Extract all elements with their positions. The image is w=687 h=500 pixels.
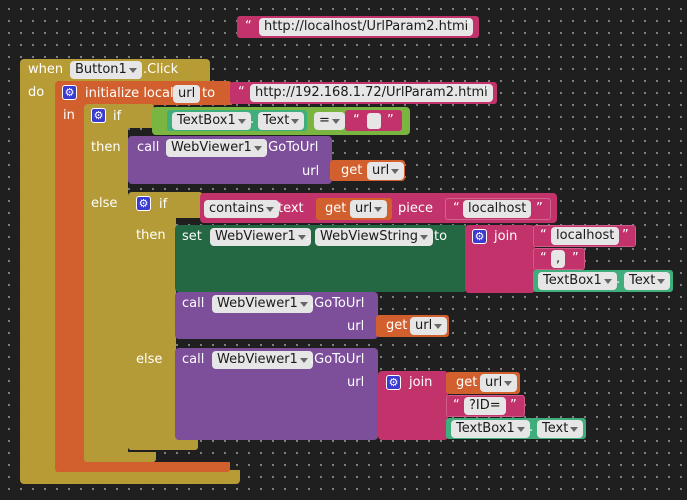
- contains-text-label: text: [278, 201, 304, 216]
- set-dot-separator: .: [306, 229, 311, 244]
- set-label: set: [182, 229, 202, 244]
- if2-else-label: else: [136, 352, 163, 367]
- if1-if-label: if: [113, 109, 122, 124]
- init-local-label: initialize local: [85, 86, 174, 101]
- open-quote-glyph: “: [353, 113, 360, 128]
- set-join-gear-icon[interactable]: ⚙: [472, 229, 487, 244]
- join-item-comma-block[interactable]: “ , ”: [533, 248, 585, 270]
- contains-get-label: get: [325, 201, 347, 216]
- open-quote-glyph: “: [245, 19, 252, 34]
- if2-then-call-arg-label: url: [347, 319, 365, 334]
- if2-else-call-label: call: [182, 352, 205, 367]
- else-join-param-value[interactable]: ?ID=: [464, 397, 506, 415]
- piece-text-block[interactable]: “ localhost ”: [445, 198, 551, 220]
- init-local-block-footer: [55, 462, 230, 472]
- do-label: do: [28, 85, 45, 100]
- if1-then-label: then: [91, 140, 121, 155]
- then-call-label: call: [137, 140, 160, 155]
- contains-get-var-dropdown[interactable]: url: [350, 200, 388, 218]
- else-join-param-block[interactable]: “ ?ID= ”: [446, 395, 525, 417]
- then-call-arg-label: url: [302, 164, 320, 179]
- init-local-to-label: to: [202, 86, 216, 101]
- init-value-text[interactable]: http://192.168.1.72/UrlParam2.html: [250, 84, 493, 102]
- join-item-localhost-block[interactable]: “ localhost ”: [533, 225, 636, 247]
- join-item-localhost-value[interactable]: localhost: [551, 227, 620, 245]
- if2-then-get-var-dropdown[interactable]: url: [410, 317, 448, 335]
- else-join-get-var-dropdown[interactable]: url: [480, 374, 518, 392]
- join-item-comma-value[interactable]: ,: [551, 250, 566, 268]
- floating-text-block[interactable]: “ http://localhost/UrlParam2.html ”: [237, 16, 479, 38]
- when-label: when: [28, 62, 64, 77]
- open-quote-glyph: “: [540, 228, 547, 243]
- if2-else-call-method-label: .GoToUrl: [310, 352, 365, 367]
- open-quote-glyph: “: [453, 201, 460, 216]
- compare-op-dropdown[interactable]: =: [314, 112, 345, 130]
- close-quote-glyph: ”: [622, 228, 629, 243]
- if2-block-body: [128, 218, 176, 448]
- else-join-textbox-dropdown[interactable]: TextBox1: [451, 420, 530, 438]
- init-local-block-body: [55, 105, 87, 465]
- open-quote-glyph: “: [453, 398, 460, 413]
- open-quote-glyph: “: [540, 251, 547, 266]
- if1-else-label: else: [91, 196, 118, 211]
- set-component-dropdown[interactable]: WebViewer1: [210, 228, 311, 246]
- if2-else-call-component-dropdown[interactable]: WebViewer1: [212, 351, 313, 369]
- dot-separator: .: [250, 112, 255, 127]
- close-quote-glyph: ”: [572, 251, 579, 266]
- contains-piece-label: piece: [398, 201, 434, 216]
- cond-textbox-dropdown[interactable]: TextBox1: [172, 112, 251, 130]
- then-get-label: get: [341, 163, 363, 178]
- set-join-textbox-dropdown[interactable]: TextBox1: [538, 272, 617, 290]
- if2-then-call-label: call: [182, 296, 205, 311]
- else-join-gear-icon[interactable]: ⚙: [386, 375, 401, 390]
- close-quote-glyph: ”: [536, 201, 543, 216]
- event-block-footer: [20, 470, 240, 484]
- close-quote-glyph: ”: [387, 113, 394, 128]
- set-join-textbox-prop-dropdown[interactable]: Text: [624, 272, 671, 290]
- else-join-textbox-prop-dropdown[interactable]: Text: [537, 420, 584, 438]
- open-quote-glyph: “: [238, 85, 245, 100]
- init-value-text-block[interactable]: “ http://192.168.1.72/UrlParam2.html ”: [230, 82, 497, 104]
- then-call-component-dropdown[interactable]: WebViewer1: [166, 139, 267, 157]
- contains-op-dropdown[interactable]: contains: [204, 200, 280, 218]
- if1-block-body: [84, 128, 128, 458]
- else-join-label: join: [409, 375, 433, 390]
- if2-then-call-component-dropdown[interactable]: WebViewer1: [212, 295, 313, 313]
- dot-separator: .: [529, 420, 534, 435]
- init-local-in-label: in: [63, 108, 75, 123]
- cond-prop-dropdown[interactable]: Text: [258, 112, 305, 130]
- if1-gear-icon[interactable]: ⚙: [91, 108, 106, 123]
- if2-gear-icon[interactable]: ⚙: [136, 196, 151, 211]
- close-quote-glyph: ”: [465, 19, 472, 34]
- set-to-label: to: [434, 229, 448, 244]
- set-prop-dropdown[interactable]: WebViewString: [315, 228, 433, 246]
- if1-block-footer: [84, 452, 156, 462]
- event-block-body: [20, 81, 57, 476]
- close-quote-glyph: ”: [510, 398, 517, 413]
- event-name-label: .Click: [143, 62, 179, 77]
- piece-text-value[interactable]: localhost: [463, 200, 532, 218]
- init-local-var-name[interactable]: url: [173, 85, 201, 103]
- then-call-method-label: .GoToUrl: [264, 140, 319, 155]
- floating-text-value[interactable]: http://localhost/UrlParam2.html: [259, 18, 474, 36]
- if2-then-label: then: [136, 228, 166, 243]
- init-local-gear-icon[interactable]: ⚙: [62, 85, 77, 100]
- then-get-var-dropdown[interactable]: url: [367, 162, 405, 180]
- dot-separator: .: [616, 272, 621, 287]
- if2-then-call-method-label: .GoToUrl: [310, 296, 365, 311]
- close-quote-glyph: ”: [482, 85, 489, 100]
- if2-then-get-label: get: [386, 318, 408, 333]
- if2-else-call-arg-label: url: [347, 375, 365, 390]
- set-join-label: join: [494, 229, 518, 244]
- event-component-dropdown[interactable]: Button1: [70, 61, 142, 79]
- else-join-get-label: get: [456, 375, 478, 390]
- empty-text-value[interactable]: [367, 113, 381, 129]
- if2-if-label: if: [159, 197, 168, 212]
- empty-text-block[interactable]: “ ”: [345, 110, 402, 131]
